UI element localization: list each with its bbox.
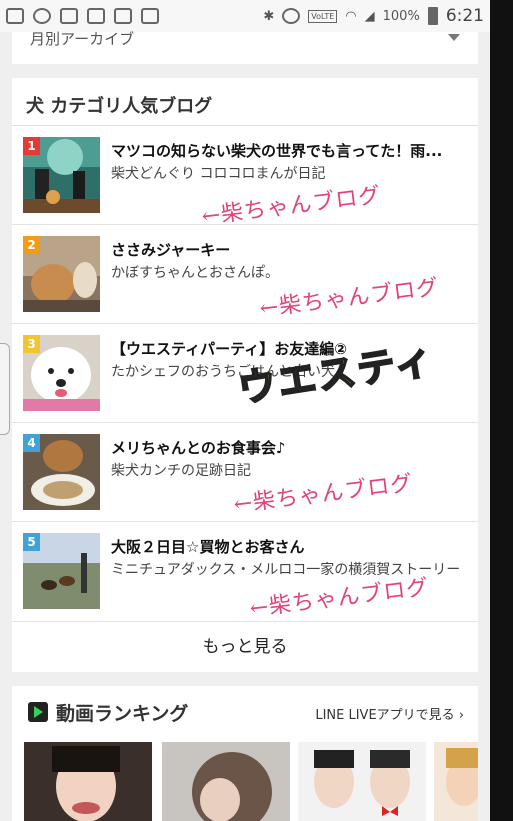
archive-label: 月別アーカイブ <box>30 30 135 48</box>
show-more-button[interactable]: もっと見る <box>12 622 478 672</box>
side-drawer-handle[interactable] <box>0 343 10 435</box>
line-live-link[interactable]: LINE LIVEアプリで見る › <box>315 704 464 723</box>
item-title: マツコの知らない柴犬の世界でも言ってた！雨... <box>111 142 443 160</box>
book-icon <box>141 8 159 24</box>
thumbnail: 3 <box>23 335 100 411</box>
video-thumbnail-4[interactable] <box>434 742 478 821</box>
rank-badge: 4 <box>23 434 40 452</box>
video-thumbnail-3[interactable] <box>298 742 426 821</box>
item-blog-name: 柴犬どんぐり コロコロまんが日記 <box>111 166 326 182</box>
line-live-icon <box>28 702 48 722</box>
alarm-clock-icon <box>282 8 301 24</box>
ranking-header: 犬 カテゴリ人気ブログ <box>12 78 478 126</box>
video-ranking-title: 動画ランキング <box>56 703 189 725</box>
item-title: 大阪２日目☆買物とお客さん <box>111 538 305 556</box>
chevron-down-icon <box>448 34 460 41</box>
archive-select[interactable]: 月別アーカイブ <box>12 30 478 64</box>
wifi-icon: ◠ <box>345 8 357 24</box>
video-ranking-card: 動画ランキング LINE LIVEアプリで見る › <box>12 686 478 821</box>
clock: 6:21 <box>445 6 484 26</box>
item-title: メリちゃんとのお食事会♪ <box>111 439 286 457</box>
thumbnail: 4 <box>23 434 100 510</box>
item-title: ささみジャーキー <box>111 241 231 259</box>
thumbnail: 1 <box>23 137 100 213</box>
battery-icon <box>427 7 438 25</box>
bluetooth-icon: ✱ <box>263 8 275 24</box>
signal-icon: ◢ <box>364 8 375 24</box>
thumbnail: 5 <box>23 533 100 609</box>
rank-badge: 2 <box>23 236 40 254</box>
shield-icon <box>60 8 78 24</box>
video-thumbnail-1[interactable] <box>24 742 152 821</box>
item-blog-name: 柴犬カンチの足跡日記 <box>111 463 251 479</box>
rank-badge: 3 <box>23 335 40 353</box>
phone-screen: ✱ VoLTE ◠ ◢ 100% 6:21 月別アーカイブ 犬 カテゴリ人気ブロ… <box>0 0 490 821</box>
thumbnail: 2 <box>23 236 100 312</box>
gallery-icon <box>6 8 24 24</box>
instagram-icon <box>87 8 105 24</box>
volte-badge: VoLTE <box>308 9 338 23</box>
screen-edge <box>490 0 513 821</box>
rank-badge: 5 <box>23 533 40 551</box>
rank-badge: 1 <box>23 137 40 155</box>
video-thumbnail-2[interactable] <box>162 742 290 821</box>
alarm-icon <box>33 8 51 24</box>
battery-percent: 100% <box>382 8 420 24</box>
instagram-icon-2 <box>114 8 132 24</box>
